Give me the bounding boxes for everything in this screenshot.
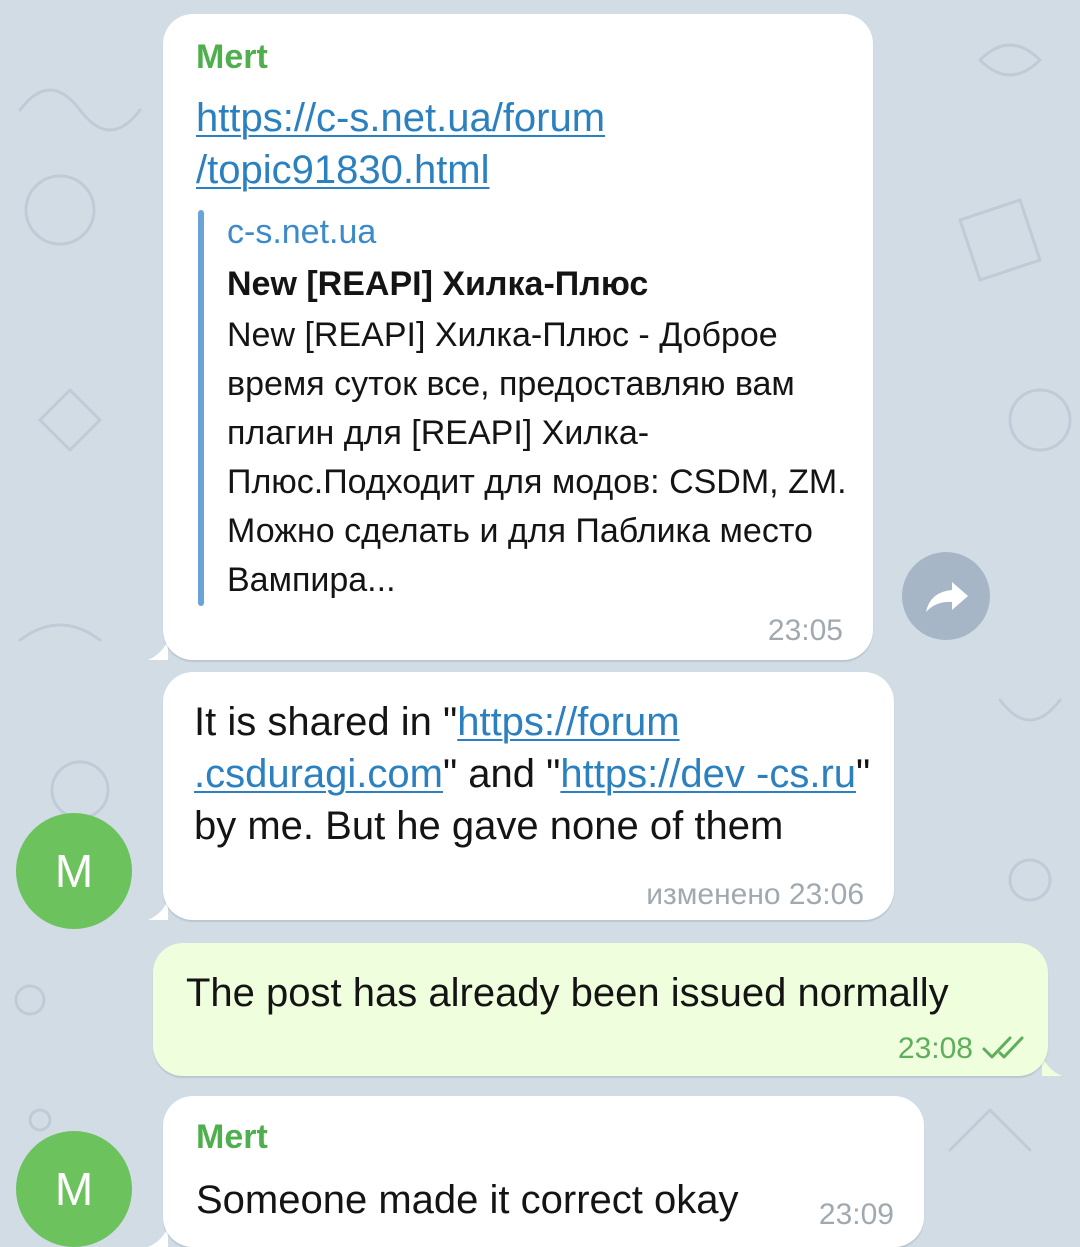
message-bubble-link-preview[interactable]: Mert https://c-s.net.ua/forum /topic9183… bbox=[163, 14, 873, 660]
share-arrow-icon bbox=[926, 582, 968, 612]
preview-description: New [REAPI] Хилка-Плюс - Доброе время су… bbox=[227, 316, 847, 599]
message-time-edited: изменено 23:06 bbox=[646, 878, 864, 911]
preview-title[interactable]: New [REAPI] Хилка-Плюс bbox=[227, 265, 648, 304]
message-bubble-outgoing[interactable]: The post has already been issued normall… bbox=[153, 943, 1048, 1076]
preview-site-name[interactable]: c-s.net.ua bbox=[227, 213, 376, 252]
message-link[interactable]: https://c-s.net.ua/forum /topic91830.htm… bbox=[196, 92, 605, 196]
message-time: 23:05 bbox=[767, 614, 843, 647]
avatar[interactable]: M bbox=[16, 1131, 132, 1247]
double-check-icon bbox=[982, 1036, 1024, 1059]
link-line-2[interactable]: /topic91830.html bbox=[196, 148, 490, 192]
message-bubble-text[interactable]: It is shared in "https://forum .csduragi… bbox=[163, 672, 894, 920]
message-text: It is shared in "https://forum .csduragi… bbox=[194, 700, 871, 848]
sender-name: Mert bbox=[196, 38, 268, 76]
message-text: Someone made it correct okay bbox=[196, 1178, 739, 1222]
link-dev-cs[interactable]: https://dev -cs.ru bbox=[560, 752, 856, 796]
link-line-1[interactable]: https://c-s.net.ua/forum bbox=[196, 96, 605, 140]
message-time: 23:09 bbox=[818, 1198, 894, 1231]
message-text: The post has already been issued normall… bbox=[186, 971, 949, 1015]
message-bubble-text[interactable]: Mert Someone made it correct okay 23:09 bbox=[163, 1096, 924, 1247]
avatar[interactable]: M bbox=[16, 813, 132, 929]
preview-accent-bar bbox=[198, 210, 204, 606]
message-time: 23:08 bbox=[897, 1032, 973, 1065]
share-button[interactable] bbox=[902, 552, 990, 640]
sender-name: Mert bbox=[196, 1118, 268, 1156]
